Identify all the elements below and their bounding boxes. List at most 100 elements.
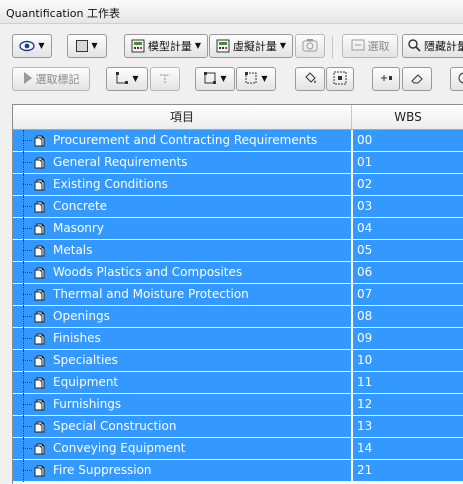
chevron-down-icon: ▼: [38, 41, 45, 50]
table-row[interactable]: Thermal and Moisture Protection 07: [13, 284, 463, 306]
chevron-down-icon: ▼: [194, 41, 202, 50]
wbs-cell[interactable]: 09: [353, 328, 463, 349]
table-row[interactable]: Specialties 10: [13, 350, 463, 372]
tree-line: [23, 328, 24, 350]
item-label: Conveying Equipment: [53, 441, 186, 455]
column-header-item[interactable]: 項目: [13, 105, 352, 129]
item-cell[interactable]: Specialties: [13, 350, 351, 372]
wbs-cell[interactable]: 00: [353, 130, 463, 151]
tree-line: [23, 306, 24, 328]
tree-line: [23, 338, 32, 339]
item-cell[interactable]: Masonry: [13, 218, 351, 240]
table-row[interactable]: Procurement and Contracting Requirements…: [13, 130, 463, 152]
toolbar-markup: 選取標記 ▼ ▼ ▼: [0, 64, 463, 98]
display-dropdown-button[interactable]: ▼: [67, 34, 107, 58]
wbs-cell[interactable]: 03: [353, 196, 463, 217]
tree-line: [23, 174, 24, 196]
area-dropdown-button[interactable]: ▼: [195, 67, 235, 91]
polyline-dropdown-button[interactable]: ▼: [106, 67, 148, 91]
table-row[interactable]: Masonry 04: [13, 218, 463, 240]
wbs-cell[interactable]: 04: [353, 218, 463, 239]
folder-icon: [34, 464, 47, 477]
calculator-icon: [131, 39, 145, 53]
square-icon: [76, 40, 89, 52]
tree-line: [23, 426, 32, 427]
wbs-cell[interactable]: 01: [353, 152, 463, 173]
item-cell[interactable]: Furnishings: [13, 394, 351, 416]
quantification-grid: 項目 WBS Procurement and Contracting Requi…: [12, 104, 463, 484]
tree-line: [23, 228, 32, 229]
tree-line: [23, 350, 24, 372]
wbs-cell[interactable]: 12: [353, 394, 463, 415]
model-takeoff-button[interactable]: 模型計量 ▼: [124, 34, 208, 58]
table-row[interactable]: General Requirements 01: [13, 152, 463, 174]
item-label: Special Construction: [53, 419, 177, 433]
wbs-cell[interactable]: 11: [353, 372, 463, 393]
wbs-cell[interactable]: 06: [353, 262, 463, 283]
item-label: Openings: [53, 309, 110, 323]
tree-line: [23, 460, 24, 482]
item-cell[interactable]: Openings: [13, 306, 351, 328]
item-cell[interactable]: Fire Suppression: [13, 460, 351, 482]
item-label: Metals: [53, 243, 93, 257]
chevron-down-icon: ▼: [261, 74, 268, 83]
table-row[interactable]: Finishes 09: [13, 328, 463, 350]
column-header-wbs[interactable]: WBS: [352, 105, 463, 129]
tree-line: [23, 196, 24, 218]
wbs-cell[interactable]: 05: [353, 240, 463, 261]
hide-takeoff-label: 隱藏計量: [424, 40, 463, 53]
tree-line: [23, 382, 32, 383]
table-row[interactable]: Fire Suppression 21: [13, 460, 463, 482]
hide-takeoff-button[interactable]: 隱藏計量: [402, 34, 463, 58]
wbs-cell[interactable]: 14: [353, 438, 463, 459]
wbs-cell[interactable]: 21: [353, 460, 463, 481]
table-row[interactable]: Furnishings 12: [13, 394, 463, 416]
eraser-icon: [410, 71, 424, 88]
item-label: Finishes: [53, 331, 101, 345]
table-row[interactable]: Metals 05: [13, 240, 463, 262]
table-row[interactable]: Equipment 11: [13, 372, 463, 394]
more-tools-button[interactable]: [450, 67, 463, 91]
tree-line: [23, 360, 32, 361]
wbs-cell[interactable]: 08: [353, 306, 463, 327]
grid-header: 項目 WBS: [13, 105, 463, 130]
view-dropdown-button[interactable]: ▼: [12, 34, 52, 58]
item-cell[interactable]: Woods Plastics and Composites: [13, 262, 351, 284]
tree-line: [23, 162, 32, 163]
table-row[interactable]: Woods Plastics and Composites 06: [13, 262, 463, 284]
wbs-cell[interactable]: 13: [353, 416, 463, 437]
bucket-dropdown-button[interactable]: ▼: [236, 67, 276, 91]
snap-button[interactable]: [150, 67, 180, 91]
item-cell[interactable]: Concrete: [13, 196, 351, 218]
select-button[interactable]: 選取: [342, 34, 398, 58]
fill-button[interactable]: [295, 67, 325, 91]
select-takeoff-button[interactable]: 選取標記: [12, 67, 90, 91]
item-label: Specialties: [53, 353, 118, 367]
table-row[interactable]: Openings 08: [13, 306, 463, 328]
item-cell[interactable]: Existing Conditions: [13, 174, 351, 196]
add-vertex-button[interactable]: [372, 67, 400, 91]
table-row[interactable]: Conveying Equipment 14: [13, 438, 463, 460]
box-select-button[interactable]: [326, 67, 354, 91]
wbs-cell[interactable]: 10: [353, 350, 463, 371]
item-cell[interactable]: Finishes: [13, 328, 351, 350]
item-label: Masonry: [53, 221, 104, 235]
eraser-button[interactable]: [402, 67, 432, 91]
wbs-cell[interactable]: 07: [353, 284, 463, 305]
table-row[interactable]: Existing Conditions 02: [13, 174, 463, 196]
item-cell[interactable]: General Requirements: [13, 152, 351, 174]
table-row[interactable]: Concrete 03: [13, 196, 463, 218]
item-cell[interactable]: Procurement and Contracting Requirements: [13, 130, 351, 152]
tree-line: [23, 316, 32, 317]
wbs-cell[interactable]: 02: [353, 174, 463, 195]
item-cell[interactable]: Conveying Equipment: [13, 438, 351, 460]
item-cell[interactable]: Thermal and Moisture Protection: [13, 284, 351, 306]
virtual-takeoff-button[interactable]: 虛擬計量 ▼: [209, 34, 293, 58]
refresh-button[interactable]: [295, 34, 325, 58]
item-cell[interactable]: Special Construction: [13, 416, 351, 438]
item-cell[interactable]: Equipment: [13, 372, 351, 394]
table-row[interactable]: Special Construction 13: [13, 416, 463, 438]
folder-icon: [34, 354, 47, 367]
toolbar-divider: [332, 36, 333, 58]
item-cell[interactable]: Metals: [13, 240, 351, 262]
